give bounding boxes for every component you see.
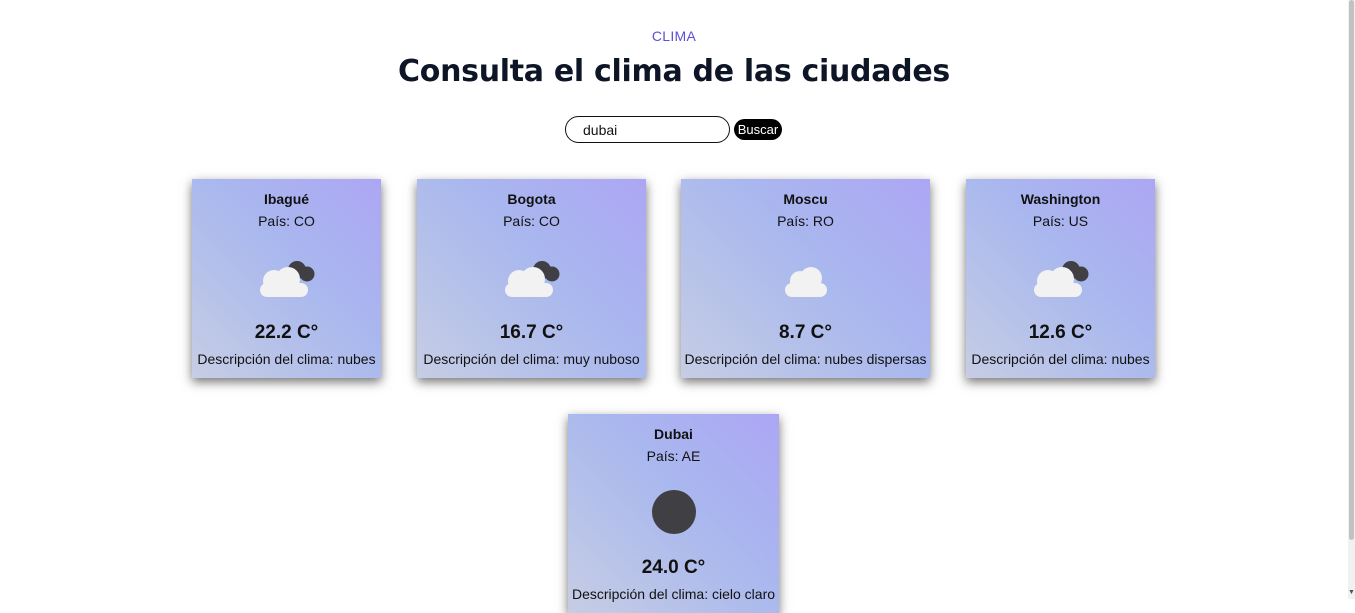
city-name: Ibagué bbox=[263, 191, 310, 207]
city-name: Dubai bbox=[654, 426, 693, 442]
weather-card: Dubai País: AE 24.0 C° Descripción del c… bbox=[568, 414, 779, 613]
clear-sky-icon bbox=[651, 490, 696, 534]
weather-description: Descripción del clima: muy nuboso bbox=[423, 351, 640, 367]
scrollbar-thumb[interactable] bbox=[1349, 0, 1354, 540]
vertical-scrollbar[interactable]: ▼ bbox=[1348, 0, 1355, 599]
country-code: País: CO bbox=[503, 213, 560, 229]
city-search-input[interactable] bbox=[565, 116, 730, 143]
city-name: Moscu bbox=[783, 191, 828, 207]
weather-description: Descripción del clima: nubes dispersas bbox=[684, 351, 927, 367]
scroll-down-arrow-icon[interactable]: ▼ bbox=[1348, 589, 1355, 597]
country-code: País: CO bbox=[258, 213, 315, 229]
cloudy-icon bbox=[504, 261, 559, 297]
cloudy-icon bbox=[1033, 261, 1088, 297]
temperature: 24.0 C° bbox=[641, 557, 706, 578]
weather-card: Ibagué País: CO 22.2 C° Descripción del … bbox=[192, 179, 381, 378]
page-title: Consulta el clima de las ciudades bbox=[398, 54, 950, 89]
city-name: Washington bbox=[1020, 191, 1101, 207]
cloudy-icon bbox=[259, 261, 314, 297]
city-name: Bogota bbox=[507, 191, 556, 207]
country-code: País: AE bbox=[646, 448, 701, 464]
country-code: País: US bbox=[1032, 213, 1089, 229]
weather-description: Descripción del clima: nubes bbox=[971, 351, 1150, 367]
temperature: 12.6 C° bbox=[1028, 322, 1093, 343]
weather-description: Descripción del clima: nubes bbox=[197, 351, 376, 367]
temperature: 16.7 C° bbox=[499, 322, 564, 343]
weather-description: Descripción del clima: cielo claro bbox=[571, 586, 776, 602]
temperature: 8.7 C° bbox=[778, 322, 832, 343]
weather-card: Moscu País: RO 8.7 C° Descripción del cl… bbox=[681, 179, 930, 378]
search-button[interactable]: Buscar bbox=[734, 119, 782, 140]
temperature: 22.2 C° bbox=[254, 322, 319, 343]
country-code: País: RO bbox=[777, 213, 834, 229]
weather-card: Washington País: US 12.6 C° Descripción … bbox=[966, 179, 1155, 378]
weather-card: Bogota País: CO 16.7 C° Descripción del … bbox=[417, 179, 646, 378]
app-label: CLIMA bbox=[651, 28, 697, 44]
cloud-icon bbox=[784, 267, 827, 297]
